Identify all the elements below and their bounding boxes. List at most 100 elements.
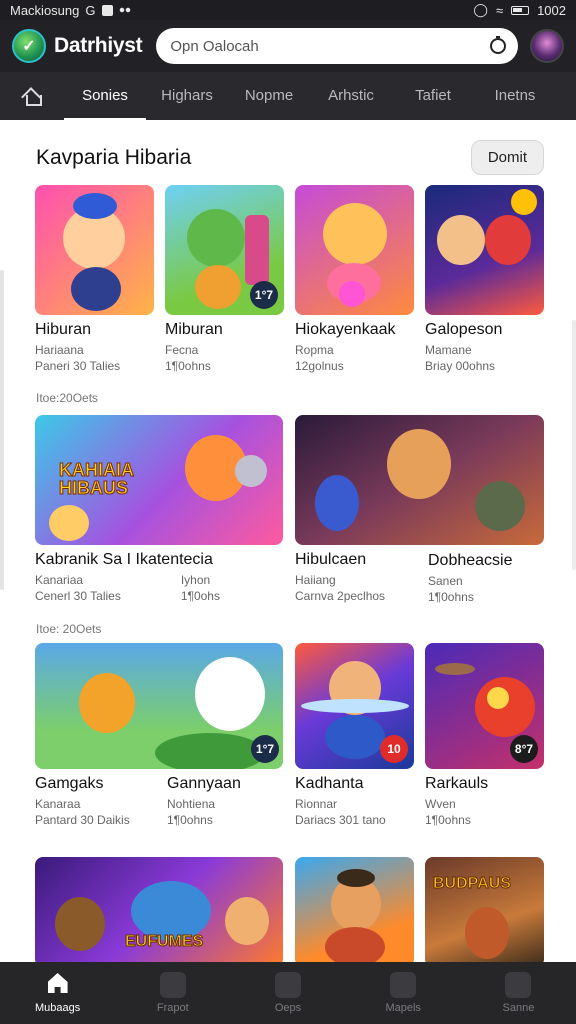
game-banner-text: EUFUMES: [124, 933, 204, 951]
search-box[interactable]: [156, 28, 519, 64]
card-subtitle: Hariaana: [35, 343, 84, 357]
scroll-edge-left: [0, 270, 4, 590]
wifi-icon: ≈: [495, 2, 504, 18]
nav-label: Oeps: [274, 1002, 302, 1014]
search-input[interactable]: [170, 37, 491, 55]
home-icon: [45, 972, 71, 998]
more-dots-icon: [118, 7, 131, 13]
content: Kavparia Hibaria Domit Hiburan Hariaana …: [0, 120, 576, 962]
clock: 1002: [537, 2, 566, 18]
game-card[interactable]: Galopeson Mamane Briay 00ohns: [425, 185, 544, 373]
library-icon: [390, 972, 417, 998]
card-subtitle: Kanariaa: [35, 573, 84, 587]
carrier-label: Mackiosung: [10, 2, 80, 18]
card-subtitle: Mamane: [425, 343, 472, 357]
game-thumbnail: [295, 415, 544, 545]
rating-badge: 10: [380, 735, 408, 763]
game-card[interactable]: BUDPAUS: [425, 857, 544, 962]
nav-label: Sanne: [502, 1002, 535, 1014]
card-meta: 12golnus: [295, 359, 344, 373]
card-meta: 1¶0ohs: [180, 589, 220, 603]
network-label: G: [85, 2, 96, 18]
card-meta: Briay 00ohns: [425, 359, 496, 373]
card-title: Hibulcaen: [295, 551, 367, 568]
card-subtitle: Iyhon: [180, 573, 211, 587]
nav-home[interactable]: Mubaags: [0, 962, 115, 1024]
rating-badge: 8°7: [510, 735, 538, 763]
search-icon[interactable]: [490, 36, 507, 54]
battery-icon: [511, 5, 530, 15]
app-title: Datrhiyst: [54, 34, 143, 57]
group-label: Itoe:20Oets: [36, 391, 99, 405]
card-subtitle: Haiiang: [295, 573, 336, 587]
card-meta: 1¶0ohns: [425, 813, 471, 827]
card-meta: 1¶0ohns: [165, 359, 211, 373]
card-title: Rarkauls: [425, 775, 489, 792]
tab-highars[interactable]: Highars: [146, 72, 228, 120]
game-thumbnail: [295, 185, 414, 315]
card-title: Dobheacsie: [428, 552, 513, 569]
card-meta: Cenerl 30 Talies: [35, 589, 121, 603]
notification-icon: [101, 4, 113, 16]
nav-profile[interactable]: Sanne: [461, 962, 576, 1024]
game-card[interactable]: Hiokayenkaak Ropma 12golnus: [295, 185, 414, 373]
game-card[interactable]: [295, 857, 414, 962]
card-subtitle: Rionnar: [295, 797, 338, 811]
card-subtitle: Fecna: [165, 343, 199, 357]
game-thumbnail: [295, 857, 414, 962]
game-card[interactable]: 1°7 Gannyaan Nohtiena 1¶0ohns: [167, 643, 285, 827]
game-card[interactable]: Hiburan Hariaana Paneri 30 Talies: [35, 185, 154, 373]
group-label: Itoe: 20Oets: [36, 622, 102, 636]
more-button[interactable]: Domit: [470, 140, 544, 175]
game-card[interactable]: 10 Kadhanta Rionnar Dariacs 301 tano: [295, 643, 414, 827]
game-thumbnail: 1°7: [165, 185, 284, 315]
scrollbar[interactable]: [572, 320, 576, 570]
avatar[interactable]: [530, 29, 564, 63]
card-meta: Dariacs 301 tano: [295, 813, 386, 827]
tab-sonies[interactable]: Sonies: [64, 72, 146, 120]
game-card[interactable]: Hibulcaen Haiiang Carnva 2peclhos: [295, 415, 544, 603]
explore-icon: [159, 972, 186, 998]
nav-library[interactable]: Mapels: [346, 962, 461, 1024]
rating-badge: 1°7: [251, 735, 279, 763]
app-logo[interactable]: ✓: [12, 29, 46, 63]
bottom-nav: Mubaags Frapot Oeps Mapels Sanne: [0, 962, 576, 1024]
card-subtitle: Nohtiena: [167, 797, 216, 811]
card-title: Gannyaan: [167, 775, 241, 792]
home-icon: [23, 88, 42, 106]
game-thumbnail: [35, 185, 154, 315]
nav-explore[interactable]: Frapot: [115, 962, 230, 1024]
status-bar: Mackiosung G ◯ ≈ 1002: [0, 0, 576, 20]
card-meta: 1¶0ohns: [167, 813, 213, 827]
game-thumbnail: EUFUMES: [35, 857, 283, 962]
nav-label: Frapot: [156, 1002, 189, 1014]
tab-arhstic[interactable]: Arhstic: [310, 72, 392, 120]
card-title: Hiburan: [35, 321, 92, 338]
game-card[interactable]: 8°7 Rarkauls Wven 1¶0ohns: [425, 643, 544, 827]
card-subtitle: Sanen: [428, 574, 463, 588]
card-title: Hiokayenkaak: [295, 321, 396, 338]
app-bar: ✓ Datrhiyst: [0, 20, 576, 72]
nav-apps[interactable]: Oeps: [230, 962, 345, 1024]
game-thumbnail: 10: [295, 643, 414, 769]
tab-tafiet[interactable]: Tafiet: [392, 72, 474, 120]
card-meta: Paneri 30 Talies: [35, 359, 121, 373]
game-banner-text: KAHIAIA HIBAUS: [59, 460, 134, 498]
nav-label: Mubaags: [34, 1002, 81, 1014]
game-thumbnail: [425, 185, 544, 315]
apps-icon: [275, 972, 301, 998]
card-subtitle: Kanaraa: [35, 797, 81, 811]
game-card[interactable]: KAHIAIA HIBAUS Kabranik Sa I Ikatentecia…: [35, 415, 283, 603]
game-card[interactable]: EUFUMES: [35, 857, 283, 962]
tab-home[interactable]: [0, 88, 64, 106]
game-card-info[interactable]: Dobheacsie Sanen 1¶0ohns: [428, 546, 547, 604]
card-title: Gamgaks: [35, 775, 104, 792]
game-card[interactable]: 1°7 Miburan Fecna 1¶0ohns: [165, 185, 284, 373]
tab-nopme[interactable]: Nopme: [228, 72, 310, 120]
tab-inetns[interactable]: Inetns: [474, 72, 556, 120]
card-title: Kadhanta: [295, 775, 364, 792]
card-meta: Pantard 30 Daikis: [35, 813, 130, 827]
card-title: Kabranik Sa I Ikatentecia: [35, 551, 213, 568]
nav-label: Mapels: [385, 1002, 421, 1014]
card-meta: Carnva 2peclhos: [295, 589, 386, 603]
